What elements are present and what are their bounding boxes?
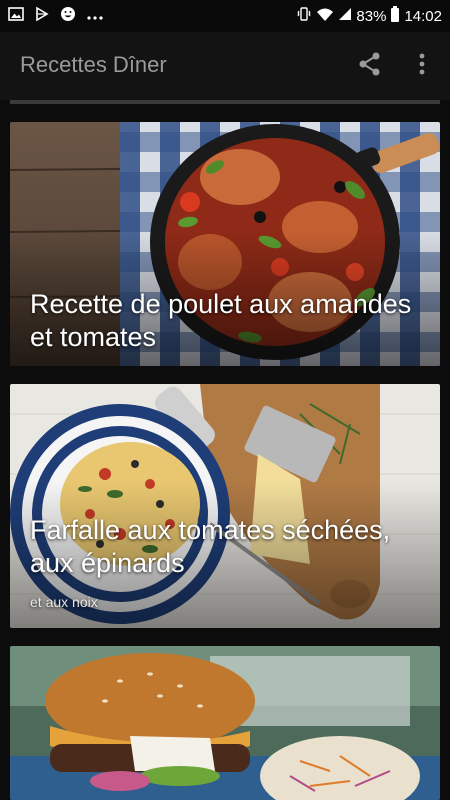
share-icon (357, 51, 383, 82)
status-bar: 83% 14:02 (0, 0, 450, 32)
signal-icon (338, 7, 352, 25)
clock: 14:02 (404, 7, 442, 25)
image-icon (8, 7, 24, 25)
recipe-photo (10, 646, 440, 800)
recipe-subtitle: et aux noix (30, 594, 98, 610)
wifi-icon (316, 6, 334, 26)
vibrate-icon (296, 6, 312, 26)
status-bar-left (8, 6, 104, 26)
recipe-card[interactable]: Farfalle aux tomates séchées, aux épinar… (10, 384, 440, 628)
app-bar: Recettes Dîner (0, 32, 450, 100)
recipe-title: Recette de poulet aux amandes et tomates (30, 289, 412, 352)
battery-percent: 83% (356, 7, 387, 25)
recipe-list[interactable]: Recette de poulet aux amandes et tomates (0, 100, 450, 800)
play-store-icon (34, 6, 50, 26)
previous-card-edge (10, 100, 440, 104)
app-title: Recettes Dîner (20, 52, 167, 77)
share-button[interactable] (350, 46, 390, 86)
overflow-menu-button[interactable] (402, 46, 442, 86)
recipe-card[interactable] (10, 646, 440, 800)
emoji-icon (60, 6, 76, 26)
battery-icon (390, 6, 400, 26)
status-bar-right: 83% 14:02 (296, 6, 442, 26)
recipe-photo (10, 384, 440, 628)
recipe-card[interactable]: Recette de poulet aux amandes et tomates (10, 122, 440, 366)
more-dots-icon (86, 8, 104, 25)
recipe-title: Farfalle aux tomates séchées, aux épinar… (30, 515, 391, 578)
more-vert-icon (418, 52, 426, 81)
